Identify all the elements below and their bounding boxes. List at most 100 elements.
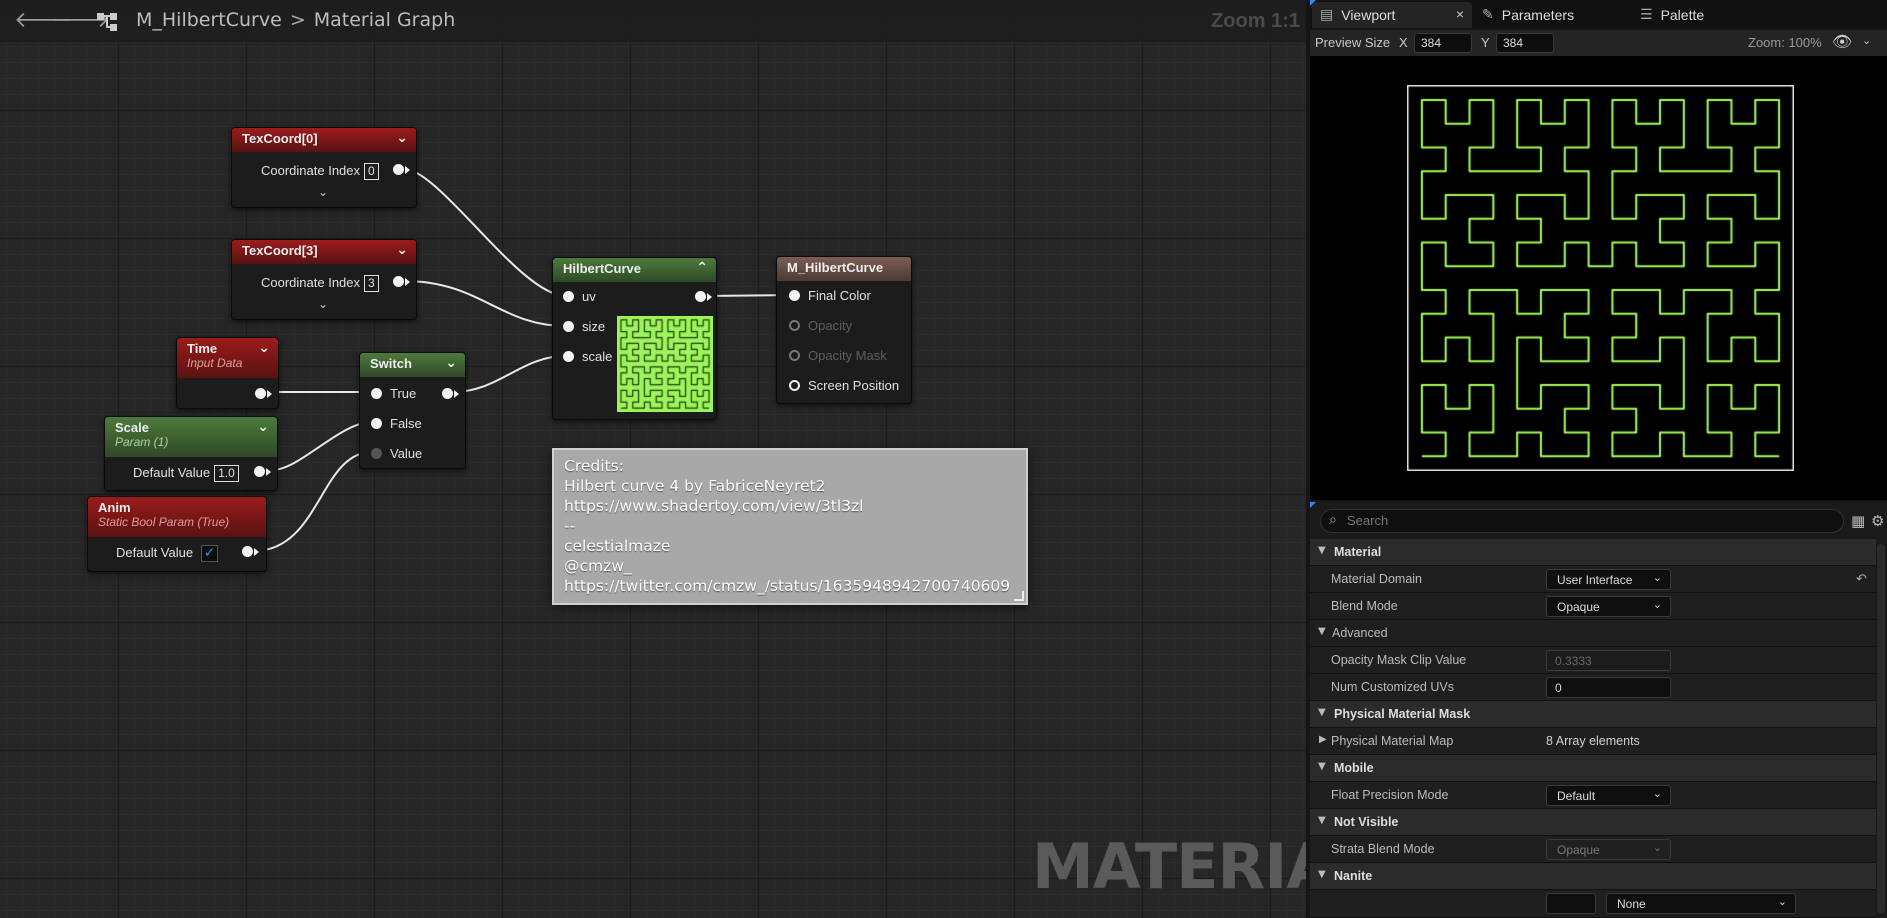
expand-chevron-icon[interactable]: ⌄	[318, 185, 328, 199]
category-nanite[interactable]: ▼ Nanite	[1310, 863, 1876, 890]
output-pin[interactable]	[442, 388, 453, 399]
node-anim[interactable]: Anim Static Bool Param (True) Default Val…	[87, 496, 267, 572]
y-label: Y	[1481, 35, 1490, 50]
breadcrumb: M_HilbertCurve > Material Graph	[136, 9, 455, 31]
node-texcoord0[interactable]: TexCoord[0] ⌄ Coordinate Index 0 ⌄	[231, 127, 417, 208]
wire-switch-scale	[451, 355, 567, 393]
default-value-field[interactable]: 1.0	[214, 465, 239, 482]
property-num-customized-uvs: Num Customized UVs 0	[1310, 674, 1876, 701]
pin-label-final-color: Final Color	[808, 288, 871, 303]
pin-label-value: Value	[390, 446, 423, 461]
node-scale[interactable]: Scale Param (1) ⌄ Default Value 1.0	[104, 416, 278, 491]
float-precision-dropdown[interactable]: Default ⌄	[1546, 785, 1671, 806]
breadcrumb-asset[interactable]: M_HilbertCurve	[136, 9, 282, 31]
output-pin[interactable]	[242, 546, 253, 557]
chevron-down-icon: ⌄	[1652, 598, 1662, 611]
pin-coordinate-index: Coordinate Index 0	[261, 163, 379, 180]
preview-y-input[interactable]: 384	[1496, 33, 1554, 53]
input-pin-screen-position[interactable]	[789, 380, 800, 391]
collapse-triangle-icon: ▼	[1318, 869, 1326, 880]
default-value-checkbox[interactable]: ✓	[201, 545, 219, 563]
input-pin-opacity-mask[interactable]	[789, 350, 800, 361]
input-pin-scale[interactable]	[563, 351, 574, 362]
comment-line: Hilbert curve 4 by FabriceNeyret2	[564, 477, 826, 495]
chevron-down-icon[interactable]: ⌄	[445, 355, 457, 371]
pin-label-scale: scale	[582, 349, 613, 364]
node-time[interactable]: Time Input Data ⌄	[176, 337, 279, 409]
input-pin-true[interactable]	[371, 388, 382, 399]
gear-icon[interactable]: ⚙	[1871, 512, 1884, 530]
input-pin-false[interactable]	[371, 418, 382, 429]
details-scrollbar[interactable]	[1877, 544, 1885, 914]
table-view-icon[interactable]: ▦	[1851, 512, 1865, 530]
comment-line: @cmzw_	[564, 557, 632, 575]
input-pin-value[interactable]	[371, 448, 382, 459]
output-pin[interactable]	[254, 466, 265, 477]
material-domain-dropdown[interactable]: User Interface ⌄	[1546, 569, 1671, 590]
right-panel: ▤ Viewport × ✎ Parameters ☰ Palette Prev…	[1310, 0, 1887, 918]
chevron-down-icon[interactable]: ⌄	[257, 419, 269, 435]
collapse-triangle-icon: ▼	[1318, 626, 1326, 637]
chevron-up-icon[interactable]: ⌃	[696, 260, 708, 276]
pin-label-uv: uv	[582, 289, 596, 304]
search-placeholder: Search	[1347, 513, 1389, 528]
opacity-mask-clip-field: 0.3333	[1546, 650, 1671, 671]
viewport-preview[interactable]	[1310, 56, 1887, 500]
coordinate-index-value[interactable]: 0	[364, 163, 379, 180]
corner-marker	[1310, 502, 1316, 508]
comment-box[interactable]: Credits: Hilbert curve 4 by FabriceNeyre…	[552, 448, 1028, 605]
node-texcoord3[interactable]: TexCoord[3] ⌄ Coordinate Index 3 ⌄	[231, 239, 417, 320]
input-pin-uv[interactable]	[563, 291, 574, 302]
pin-arrow-icon	[454, 390, 459, 398]
chevron-down-icon[interactable]: ⌄	[396, 242, 408, 258]
wire-texcoord0-uv	[403, 168, 567, 297]
subcategory-advanced[interactable]: ▼ Advanced	[1310, 620, 1876, 647]
chevron-down-icon[interactable]: ⌄	[396, 130, 408, 146]
output-pin[interactable]	[393, 276, 404, 287]
back-arrow-icon[interactable]: 🡐	[14, 8, 73, 34]
chevron-down-icon[interactable]: ⌄	[258, 340, 270, 356]
input-pin-size[interactable]	[563, 321, 574, 332]
graph-watermark: MATERIAL	[1032, 830, 1306, 903]
expand-chevron-icon[interactable]: ⌄	[318, 297, 328, 311]
pin-arrow-icon	[254, 548, 259, 556]
output-pin[interactable]	[393, 164, 404, 175]
num-customized-uvs-field[interactable]: 0	[1546, 677, 1671, 698]
comment-line: https://twitter.com/cmzw_/status/1635948…	[564, 577, 1011, 595]
resize-handle-icon[interactable]	[1014, 591, 1024, 601]
property-physical-material-map[interactable]: ▶ Physical Material Map 8 Array elements	[1310, 728, 1876, 755]
input-pin-final-color[interactable]	[789, 290, 800, 301]
node-material-output[interactable]: M_HilbertCurve Final Color Opacity Opaci…	[776, 256, 912, 404]
reset-to-default-icon[interactable]: ↶	[1856, 572, 1867, 587]
details-panel: ⌕ Search ▦ ⚙ ▼ Material Material Domain Us…	[1310, 502, 1887, 918]
category-mobile[interactable]: ▼ Mobile	[1310, 755, 1876, 782]
eye-icon[interactable]: 👁	[1832, 32, 1852, 51]
nanite-material-dropdown[interactable]: None ⌄	[1606, 893, 1796, 914]
output-pin[interactable]	[255, 388, 266, 399]
pin-arrow-icon	[266, 468, 271, 476]
material-graph-canvas[interactable]: 🡐 🡒 M_HilbertCurve > Material Graph Zoom…	[0, 0, 1306, 918]
pin-coordinate-index: Coordinate Index 3	[261, 275, 379, 292]
category-physical-material-mask[interactable]: ▼ Physical Material Mask	[1310, 701, 1876, 728]
output-pin[interactable]	[695, 291, 706, 302]
tab-viewport[interactable]: ▤ Viewport ×	[1312, 2, 1472, 28]
forward-arrow-icon[interactable]: 🡒	[51, 8, 110, 34]
coordinate-index-value[interactable]: 3	[364, 275, 379, 292]
preview-x-input[interactable]: 384	[1414, 33, 1472, 53]
pin-arrow-icon	[707, 293, 712, 301]
blend-mode-dropdown[interactable]: Opaque ⌄	[1546, 596, 1671, 617]
close-icon[interactable]: ×	[1456, 6, 1464, 22]
category-not-visible[interactable]: ▼ Not Visible	[1310, 809, 1876, 836]
property-opacity-mask-clip-value: Opacity Mask Clip Value 0.3333	[1310, 647, 1876, 674]
category-material[interactable]: ▼ Material	[1310, 539, 1876, 566]
breadcrumb-graph[interactable]: Material Graph	[314, 9, 456, 31]
tab-palette[interactable]: ☰ Palette	[1632, 2, 1712, 28]
node-title: Anim Static Bool Param (True)	[88, 497, 266, 537]
graph-hierarchy-icon	[97, 13, 117, 31]
chevron-down-icon[interactable]: ⌄	[1862, 34, 1871, 47]
tab-parameters[interactable]: ✎ Parameters	[1474, 2, 1582, 28]
search-input[interactable]: ⌕ Search	[1320, 509, 1844, 533]
node-title: TexCoord[0] ⌄	[232, 128, 416, 152]
node-switch[interactable]: Switch ⌄ True False Value	[359, 352, 466, 469]
input-pin-opacity[interactable]	[789, 320, 800, 331]
